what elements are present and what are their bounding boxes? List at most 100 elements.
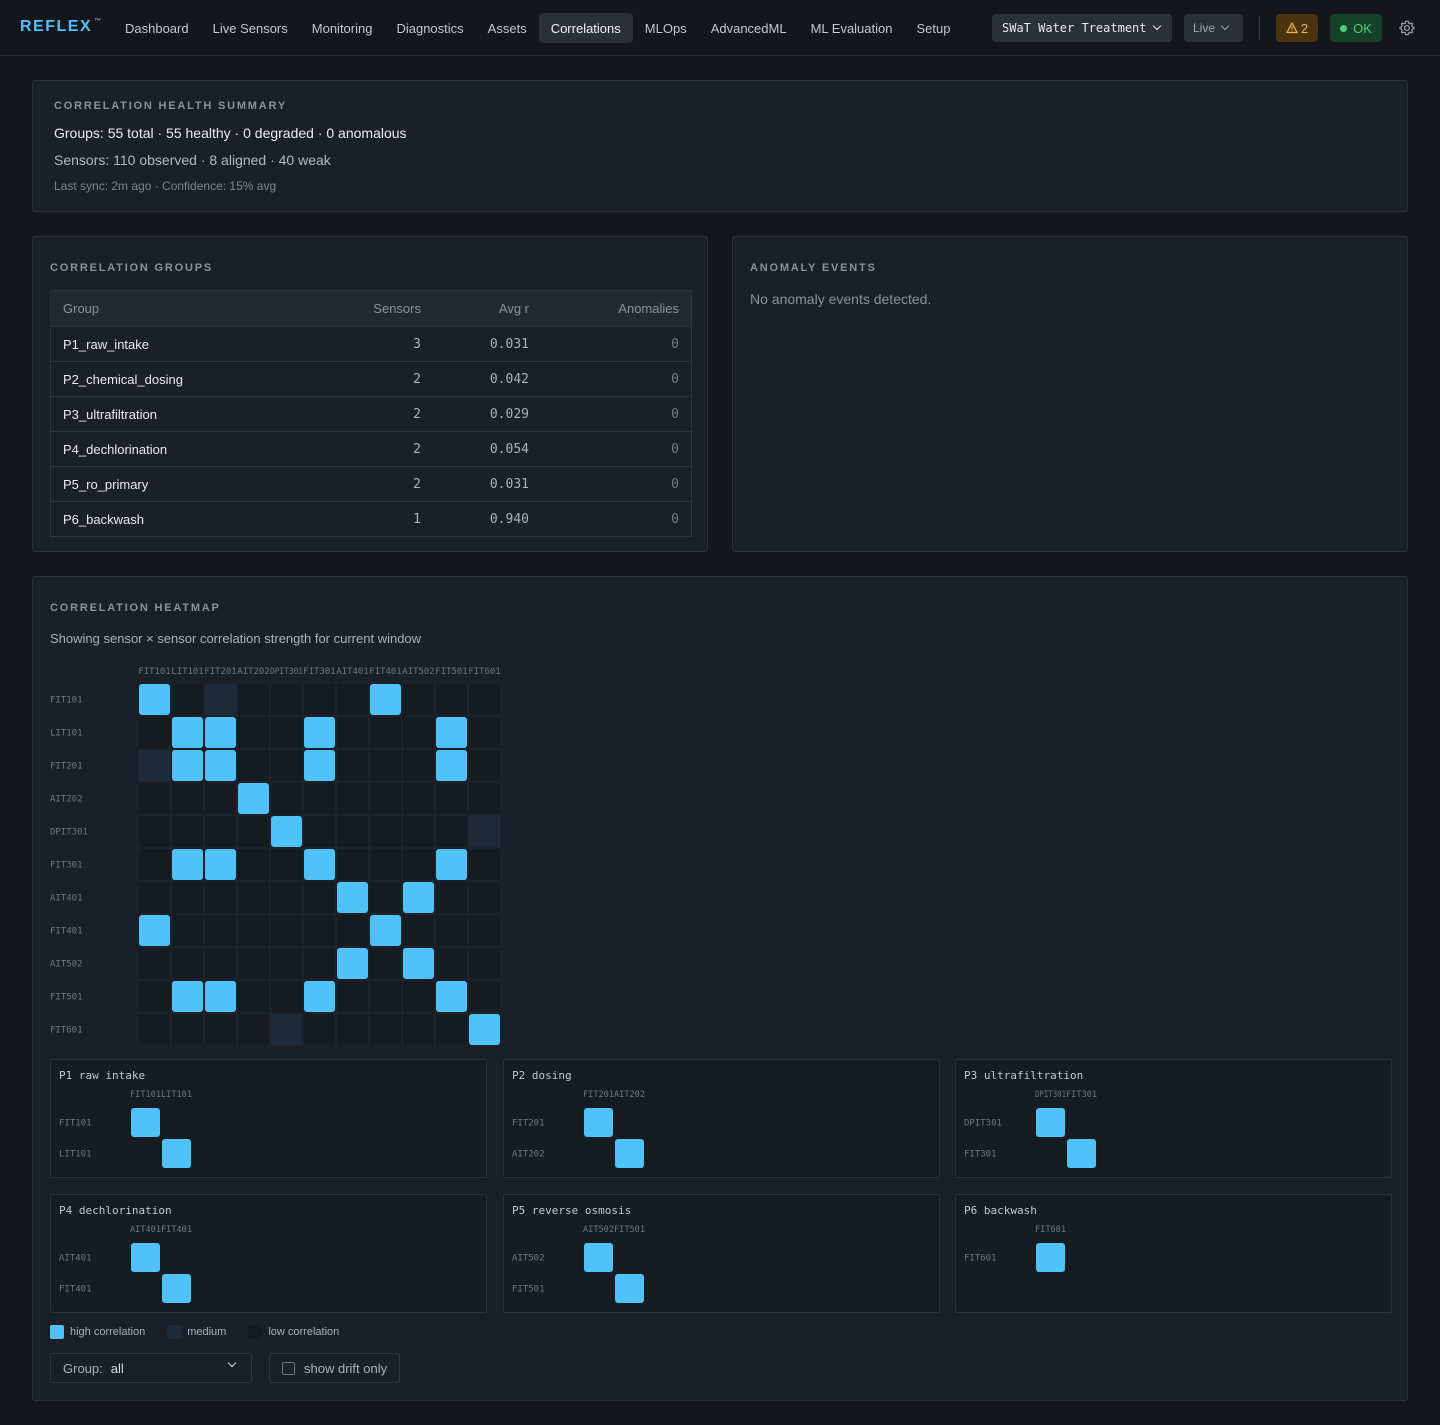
heatmap-cell-ait202-ait401[interactable] (336, 782, 369, 815)
heatmap-cell-fit101-fit601[interactable] (468, 683, 501, 716)
heatmap-cell-fit301-dpit301[interactable] (270, 848, 303, 881)
heatmap-cell-dpit301-dpit301[interactable] (271, 816, 302, 847)
heatmap-cell-dpit301-ait401[interactable] (336, 815, 369, 848)
heatmap-cell-fit601-ait502[interactable] (402, 1013, 435, 1046)
heatmap-cell-lit101-fit301[interactable] (304, 717, 335, 748)
nav-item-mlops[interactable]: MLOps (633, 13, 699, 43)
heatmap-cell-lit101-fit401[interactable] (369, 716, 402, 749)
heatmap-cell-ait401-lit101[interactable] (171, 881, 204, 914)
heatmap-cell-ait401-fit601[interactable] (468, 881, 501, 914)
heatmap-cell-ait202-fit301[interactable] (303, 782, 336, 815)
heatmap-cell-fit201-lit101[interactable] (172, 750, 203, 781)
app-logo[interactable]: REFLEX ™ (20, 18, 103, 36)
heatmap-cell-fit401-fit501[interactable] (435, 914, 468, 947)
heatmap-cell-lit101-ait401[interactable] (336, 716, 369, 749)
heatmap-cell-ait502-dpit301[interactable] (270, 947, 303, 980)
nav-item-diagnostics[interactable]: Diagnostics (384, 13, 475, 43)
heatmap-cell-dpit301-fit601[interactable] (468, 815, 501, 848)
heatmap-cell-dpit301-ait202[interactable] (237, 815, 270, 848)
heatmap-cell-fit501-fit101[interactable] (138, 980, 171, 1013)
heatmap-cell-fit601-fit601[interactable] (469, 1014, 500, 1045)
heatmap-cell-fit401-fit101[interactable] (139, 915, 170, 946)
nav-item-ml-evaluation[interactable]: ML Evaluation (799, 13, 905, 43)
heatmap-cell-fit201-ait502[interactable] (402, 749, 435, 782)
heatmap-cell-dpit301-fit401[interactable] (369, 815, 402, 848)
table-row[interactable]: P2_chemical_dosing 2 0.042 0 (51, 361, 691, 396)
heatmap-cell-ait401-ait502[interactable] (403, 882, 434, 913)
heatmap-cell-fit101-lit101[interactable] (171, 683, 204, 716)
heatmap-cell-fit301-fit201[interactable] (205, 849, 236, 880)
heatmap-cell-ait401-ait202[interactable] (237, 881, 270, 914)
heatmap-cell-ait202-fit501[interactable] (435, 782, 468, 815)
nav-item-live-sensors[interactable]: Live Sensors (201, 13, 300, 43)
heatmap-cell-fit401-ait502[interactable] (402, 914, 435, 947)
heatmap-cell-ait502-ait401[interactable] (337, 948, 368, 979)
heatmap-cell-fit601-fit301[interactable] (303, 1013, 336, 1046)
heatmap-cell-lit101-fit201[interactable] (205, 717, 236, 748)
heatmap-cell-fit201-fit201[interactable] (205, 750, 236, 781)
heatmap-cell-ait401-fit501[interactable] (435, 881, 468, 914)
table-row[interactable]: P5_ro_primary 2 0.031 0 (51, 466, 691, 501)
heatmap-cell-fit201-fit401[interactable] (369, 749, 402, 782)
heatmap-cell-fit501-lit101[interactable] (172, 981, 203, 1012)
heatmap-cell-lit101-ait502[interactable] (402, 716, 435, 749)
heatmap-cell-fit201-fit201[interactable] (584, 1108, 613, 1137)
heatmap-cell-ait401-fit201[interactable] (204, 881, 237, 914)
heatmap-cell-fit601-lit101[interactable] (171, 1013, 204, 1046)
heatmap-cell-dpit301-lit101[interactable] (171, 815, 204, 848)
site-select[interactable]: SWaT Water Treatment (992, 14, 1172, 42)
heatmap-cell-fit501-fit601[interactable] (468, 980, 501, 1013)
heatmap-cell-ait401-fit101[interactable] (138, 881, 171, 914)
heatmap-cell-ait202-dpit301[interactable] (270, 782, 303, 815)
heatmap-cell-fit201-ait401[interactable] (336, 749, 369, 782)
heatmap-cell-dpit301-ait502[interactable] (402, 815, 435, 848)
heatmap-cell-fit101-dpit301[interactable] (270, 683, 303, 716)
heatmap-cell-ait502-fit201[interactable] (204, 947, 237, 980)
heatmap-cell-fit501-ait202[interactable] (237, 980, 270, 1013)
heatmap-cell-fit101-fit301[interactable] (303, 683, 336, 716)
heatmap-cell-fit301-lit101[interactable] (172, 849, 203, 880)
heatmap-cell-fit101-fit101[interactable] (131, 1108, 160, 1137)
heatmap-cell-ait202-ait202[interactable] (615, 1139, 644, 1168)
heatmap-cell-ait502-fit401[interactable] (369, 947, 402, 980)
heatmap-cell-ait502-ait502[interactable] (403, 948, 434, 979)
heatmap-cell-fit501-fit301[interactable] (304, 981, 335, 1012)
heatmap-cell-fit501-dpit301[interactable] (270, 980, 303, 1013)
nav-item-setup[interactable]: Setup (904, 13, 962, 43)
table-row[interactable]: P3_ultrafiltration 2 0.029 0 (51, 396, 691, 431)
heatmap-cell-fit101-fit201[interactable] (204, 683, 237, 716)
heatmap-cell-ait202-fit101[interactable] (138, 782, 171, 815)
table-row[interactable]: P6_backwash 1 0.940 0 (51, 501, 691, 536)
heatmap-cell-fit401-dpit301[interactable] (270, 914, 303, 947)
heatmap-cell-ait202-ait502[interactable] (402, 782, 435, 815)
heatmap-cell-fit601-ait401[interactable] (336, 1013, 369, 1046)
table-row[interactable]: P1_raw_intake 3 0.031 0 (51, 326, 691, 361)
nav-item-assets[interactable]: Assets (476, 13, 539, 43)
heatmap-cell-lit101-dpit301[interactable] (270, 716, 303, 749)
heatmap-cell-lit101-lit101[interactable] (172, 717, 203, 748)
heatmap-cell-ait502-fit101[interactable] (138, 947, 171, 980)
heatmap-cell-dpit301-fit501[interactable] (435, 815, 468, 848)
heatmap-cell-fit501-fit401[interactable] (369, 980, 402, 1013)
heatmap-cell-fit601-fit501[interactable] (435, 1013, 468, 1046)
heatmap-cell-fit601-fit601[interactable] (1036, 1243, 1065, 1272)
heatmap-cell-ait202-fit601[interactable] (468, 782, 501, 815)
heatmap-cell-ait502-lit101[interactable] (171, 947, 204, 980)
heatmap-cell-fit501-fit501[interactable] (615, 1274, 644, 1303)
heatmap-cell-ait401-fit301[interactable] (303, 881, 336, 914)
heatmap-cell-ait502-ait502[interactable] (584, 1243, 613, 1272)
heatmap-cell-fit201-fit601[interactable] (468, 749, 501, 782)
column-header-sensors[interactable]: Sensors (311, 301, 421, 316)
table-row[interactable]: P4_dechlorination 2 0.054 0 (51, 431, 691, 466)
heatmap-cell-fit201-fit101[interactable] (138, 749, 171, 782)
group-filter-select[interactable]: Group: all (50, 1353, 252, 1383)
nav-item-correlations[interactable]: Correlations (538, 13, 633, 43)
heatmap-cell-lit101-fit601[interactable] (468, 716, 501, 749)
heatmap-cell-fit601-ait202[interactable] (237, 1013, 270, 1046)
heatmap-cell-fit501-ait401[interactable] (336, 980, 369, 1013)
heatmap-cell-fit601-fit401[interactable] (369, 1013, 402, 1046)
heatmap-cell-fit301-ait401[interactable] (336, 848, 369, 881)
heatmap-cell-fit401-ait202[interactable] (237, 914, 270, 947)
heatmap-cell-fit201-ait202[interactable] (237, 749, 270, 782)
heatmap-cell-lit101-fit101[interactable] (138, 716, 171, 749)
